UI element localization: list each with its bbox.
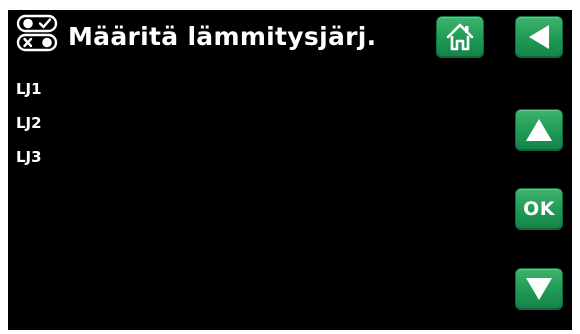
- heating-system-list: LJ1 LJ2 LJ3: [16, 80, 42, 182]
- scroll-up-button[interactable]: [515, 109, 563, 151]
- list-item-lj1[interactable]: LJ1: [16, 80, 42, 114]
- scroll-down-button[interactable]: [515, 268, 563, 310]
- screen: Määritä lämmitysjärj. LJ1 LJ2 LJ3 OK: [8, 10, 572, 330]
- list-item-lj3[interactable]: LJ3: [16, 148, 42, 182]
- arrow-up-icon: [526, 119, 552, 141]
- back-button[interactable]: [515, 16, 563, 58]
- page-title: Määritä lämmitysjärj.: [68, 22, 377, 51]
- list-item-lj2[interactable]: LJ2: [16, 114, 42, 148]
- home-icon: [446, 23, 474, 51]
- toggle-switches-icon: [16, 14, 58, 52]
- back-arrow-icon: [529, 25, 549, 49]
- ok-button[interactable]: OK: [515, 188, 563, 230]
- ok-label: OK: [523, 198, 555, 220]
- arrow-down-icon: [526, 278, 552, 300]
- home-button[interactable]: [436, 16, 484, 58]
